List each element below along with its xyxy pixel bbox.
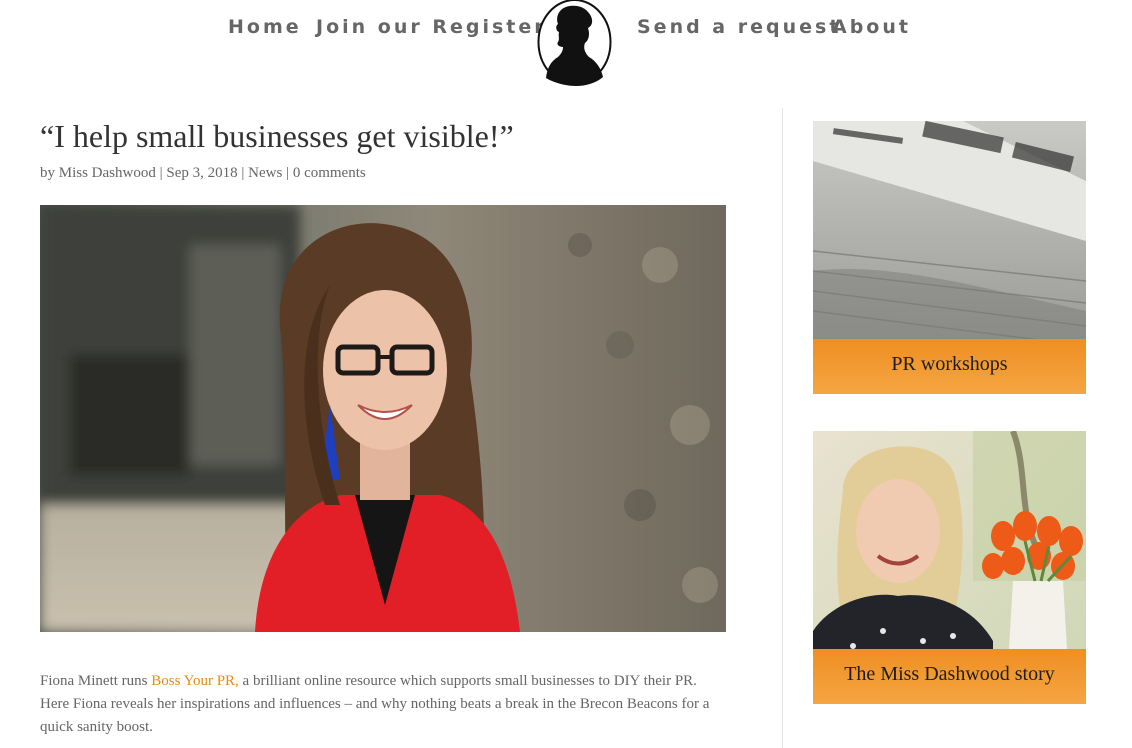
post-title: “I help small businesses get visible!” (40, 118, 514, 154)
silhouette-logo-icon (537, 0, 612, 86)
category-link[interactable]: News (248, 165, 282, 181)
meta-separator: | (286, 165, 290, 181)
meta-separator: | (241, 165, 245, 181)
post-meta: by Miss Dashwood | Sep 3, 2018 | News | … (40, 163, 366, 183)
portrait-photo (40, 205, 726, 632)
card-caption: The Miss Dashwood story (844, 663, 1055, 685)
nav-join-register[interactable]: Join our Register (316, 16, 547, 38)
sidebar-divider (782, 108, 783, 748)
post-date: Sep 3, 2018 (166, 165, 238, 181)
comments-link[interactable]: 0 comments (293, 165, 366, 181)
nav-home[interactable]: Home (228, 16, 302, 38)
intro-text: Fiona Minett runs (40, 673, 152, 689)
meta-separator: | (159, 165, 163, 181)
miss-dashwood-story-card[interactable]: The Miss Dashwood story (813, 431, 1086, 704)
featured-image (40, 205, 726, 632)
author-link[interactable]: Miss Dashwood (59, 165, 156, 181)
nav-send-request[interactable]: Send a request (637, 16, 841, 38)
nav-about[interactable]: About (832, 16, 911, 38)
post-intro-paragraph: Fiona Minett runs Boss Your PR, a brilli… (40, 670, 726, 739)
main-nav: Home Join our Register Send a request Ab… (0, 0, 1132, 105)
card-caption: PR workshops (891, 353, 1008, 375)
site-logo[interactable] (536, 0, 613, 88)
pr-workshops-card[interactable]: PR workshops (813, 121, 1086, 394)
meta-by: by (40, 165, 55, 181)
boss-your-pr-link[interactable]: Boss Your PR, (151, 673, 239, 689)
